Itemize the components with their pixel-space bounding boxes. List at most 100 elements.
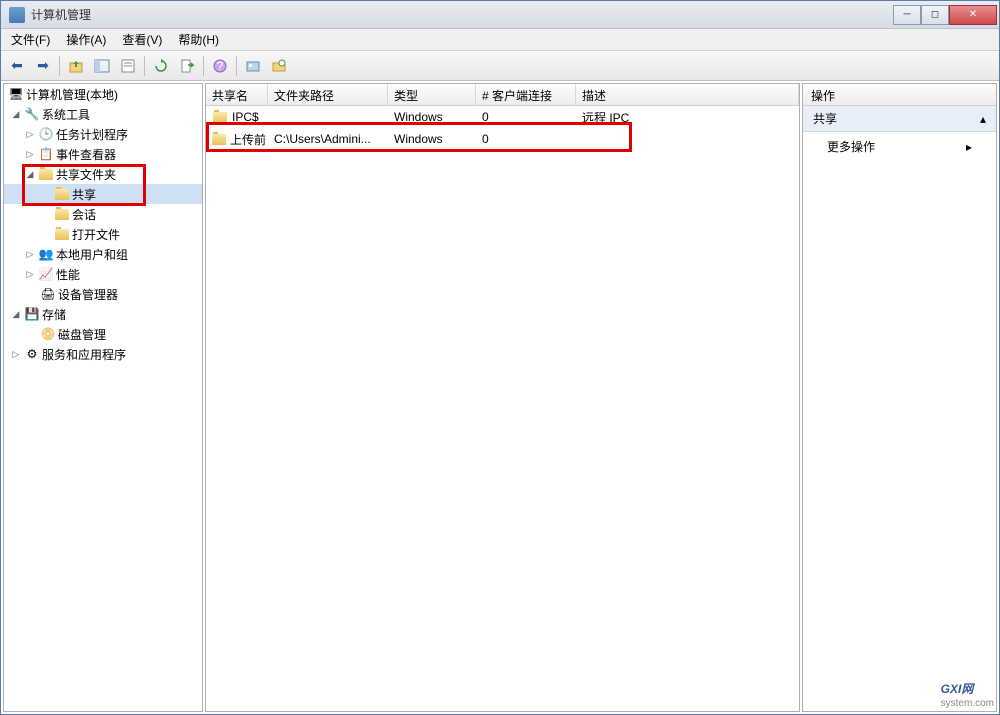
minimize-button[interactable]: ─: [893, 5, 921, 25]
properties-button[interactable]: [116, 54, 140, 78]
actions-section[interactable]: 共享 ▴: [803, 106, 996, 132]
collapse-icon: ▴: [980, 112, 986, 126]
cell-text: 上传前: [230, 131, 266, 148]
actions-more-label: 更多操作: [827, 138, 875, 155]
tree-label: 设备管理器: [58, 286, 118, 303]
titlebar[interactable]: 计算机管理 ─ ◻ ✕: [1, 1, 999, 29]
show-hide-tree-button[interactable]: [90, 54, 114, 78]
tree-label: 存储: [42, 306, 66, 323]
computer-icon: 🖥: [8, 86, 24, 102]
shares-list: 共享名 文件夹路径 类型 # 客户端连接 描述 IPC$ Windows 0 远…: [205, 83, 800, 712]
users-icon: 👥: [38, 246, 54, 262]
app-icon: [9, 7, 25, 23]
help-button[interactable]: ?: [208, 54, 232, 78]
expander-icon[interactable]: ▷: [10, 348, 22, 360]
menu-file[interactable]: 文件(F): [5, 29, 56, 50]
cell-path: [268, 115, 388, 119]
list-row[interactable]: 上传前 C:\Users\Admini... Windows 0: [206, 128, 799, 150]
cell-text: IPC$: [232, 110, 259, 124]
tree-label: 会话: [72, 206, 96, 223]
storage-icon: 💾: [24, 306, 40, 322]
tree-device-manager[interactable]: 🖨设备管理器: [4, 284, 202, 304]
export-button[interactable]: [175, 54, 199, 78]
expander-icon[interactable]: ▷: [24, 128, 36, 140]
tree-label: 共享文件夹: [56, 166, 116, 183]
new-session-button[interactable]: [267, 54, 291, 78]
col-type[interactable]: 类型: [388, 84, 476, 105]
sessions-icon: [54, 206, 70, 222]
performance-icon: 📈: [38, 266, 54, 282]
close-button[interactable]: ✕: [949, 5, 997, 25]
toolbar-separator: [203, 56, 204, 76]
share-icon: [212, 131, 226, 147]
share-wizard-icon: [245, 58, 261, 74]
maximize-button[interactable]: ◻: [921, 5, 949, 25]
col-share-name[interactable]: 共享名: [206, 84, 268, 105]
tree-open-files[interactable]: 打开文件: [4, 224, 202, 244]
cell-path: C:\Users\Admini...: [268, 130, 388, 148]
cell-conns: 0: [476, 108, 576, 126]
tree-label: 任务计划程序: [56, 126, 128, 143]
expander-icon[interactable]: ◢: [24, 168, 36, 180]
cell-name: IPC$: [206, 107, 268, 127]
shares-icon: [54, 186, 70, 202]
tools-icon: 🔧: [24, 106, 40, 122]
list-body[interactable]: IPC$ Windows 0 远程 IPC 上传前 C:\Users\Admin…: [206, 106, 799, 711]
tree-performance[interactable]: ▷📈性能: [4, 264, 202, 284]
col-description[interactable]: 描述: [576, 84, 799, 105]
tree-label: 性能: [56, 266, 80, 283]
window-title: 计算机管理: [31, 6, 893, 23]
tree-shares[interactable]: 共享: [4, 184, 202, 204]
tree-storage[interactable]: ◢💾存储: [4, 304, 202, 324]
shared-folder-icon: [38, 166, 54, 182]
share-icon: [212, 109, 228, 125]
tree-local-users[interactable]: ▷👥本地用户和组: [4, 244, 202, 264]
tree-label: 事件查看器: [56, 146, 116, 163]
tree-sessions[interactable]: 会话: [4, 204, 202, 224]
toolbar: ⬅ ➡ ?: [1, 51, 999, 81]
tree-label: 磁盘管理: [58, 326, 106, 343]
menubar: 文件(F) 操作(A) 查看(V) 帮助(H): [1, 29, 999, 51]
forward-button[interactable]: ➡: [31, 54, 55, 78]
arrow-left-icon: ⬅: [11, 57, 23, 74]
up-button[interactable]: [64, 54, 88, 78]
expander-icon[interactable]: ▷: [24, 248, 36, 260]
open-files-icon: [54, 226, 70, 242]
tree-label: 计算机管理(本地): [26, 86, 118, 103]
back-button[interactable]: ⬅: [5, 54, 29, 78]
cell-desc: 远程 IPC: [576, 107, 799, 128]
expander-icon[interactable]: ▷: [24, 148, 36, 160]
disk-icon: 📀: [40, 326, 56, 342]
cell-type: Windows: [388, 130, 476, 148]
menu-action[interactable]: 操作(A): [60, 29, 112, 50]
device-icon: 🖨: [40, 286, 56, 302]
arrow-right-icon: ➡: [37, 57, 49, 74]
tree-system-tools[interactable]: ◢🔧系统工具: [4, 104, 202, 124]
expander-icon[interactable]: ◢: [10, 308, 22, 320]
clock-icon: 🕒: [38, 126, 54, 142]
menu-help[interactable]: 帮助(H): [172, 29, 225, 50]
tree-services-apps[interactable]: ▷⚙服务和应用程序: [4, 344, 202, 364]
tree-label: 服务和应用程序: [42, 346, 126, 363]
cell-conns: 0: [476, 130, 576, 148]
col-client-connections[interactable]: # 客户端连接: [476, 84, 576, 105]
tree-shared-folders[interactable]: ◢ 共享文件夹: [4, 164, 202, 184]
expander-icon[interactable]: ◢: [10, 108, 22, 120]
content-area: 🖥计算机管理(本地) ◢🔧系统工具 ▷🕒任务计划程序 ▷📋事件查看器 ◢共享文件…: [1, 81, 999, 714]
new-share-button[interactable]: [241, 54, 265, 78]
tree-task-scheduler[interactable]: ▷🕒任务计划程序: [4, 124, 202, 144]
refresh-button[interactable]: [149, 54, 173, 78]
tree-root[interactable]: 🖥计算机管理(本地): [4, 84, 202, 104]
col-folder-path[interactable]: 文件夹路径: [268, 84, 388, 105]
tree-event-viewer[interactable]: ▷📋事件查看器: [4, 144, 202, 164]
expander-icon[interactable]: ▷: [24, 268, 36, 280]
export-icon: [179, 58, 195, 74]
services-icon: ⚙: [24, 346, 40, 362]
share-new-icon: [271, 58, 287, 74]
actions-more[interactable]: 更多操作 ▸: [803, 132, 996, 161]
list-row[interactable]: IPC$ Windows 0 远程 IPC: [206, 106, 799, 128]
actions-section-label: 共享: [813, 110, 837, 127]
tree-disk-management[interactable]: 📀磁盘管理: [4, 324, 202, 344]
navigation-tree[interactable]: 🖥计算机管理(本地) ◢🔧系统工具 ▷🕒任务计划程序 ▷📋事件查看器 ◢共享文件…: [3, 83, 203, 712]
menu-view[interactable]: 查看(V): [116, 29, 168, 50]
